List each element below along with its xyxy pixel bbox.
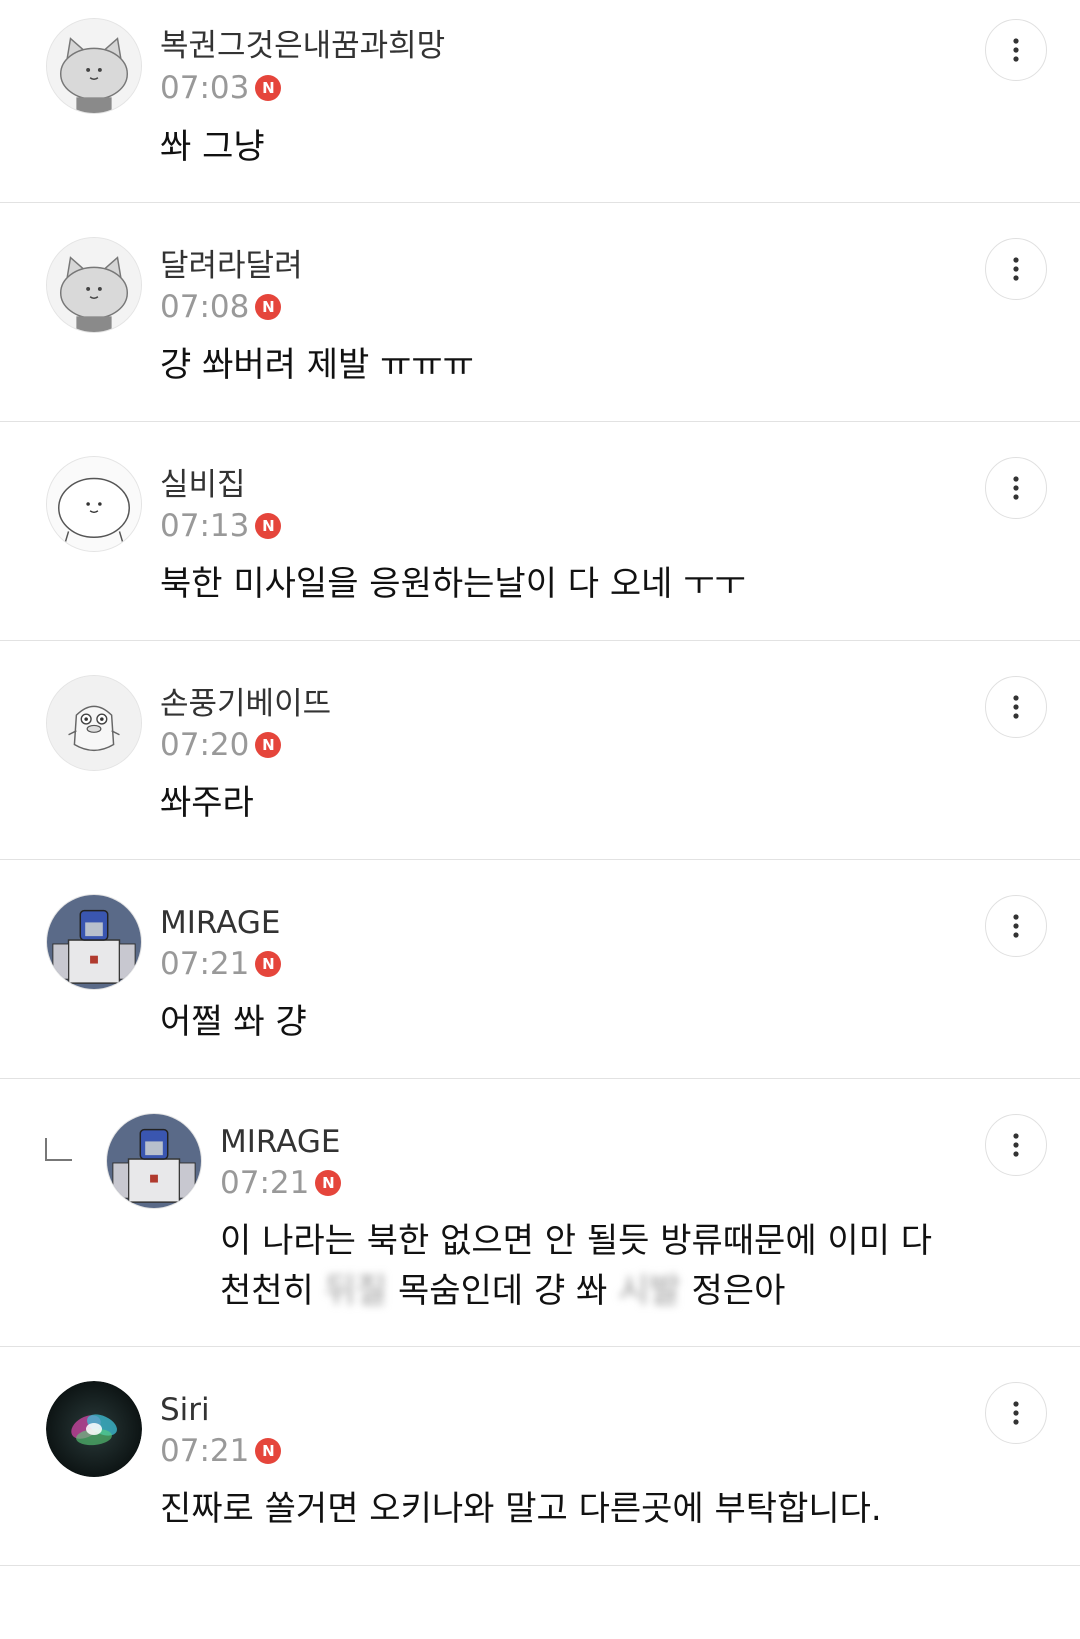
censored-word: 시발 — [618, 1271, 681, 1311]
comment-author[interactable]: 손풍기베이뜨 — [160, 686, 331, 722]
comment-meta: 07:03 N — [160, 70, 282, 106]
comment-item: 달려라달려 07:08 N 걍 쏴버려 제발 ㅠㅠㅠ — [0, 203, 1080, 422]
comment-text: 진짜로 쏠거면 오키나와 말고 다른곳에 부탁합니다. — [160, 1489, 882, 1529]
more-vertical-icon — [1013, 695, 1019, 719]
comment-text: 걍 쏴버려 제발 ㅠㅠㅠ — [160, 345, 474, 385]
more-options-button[interactable] — [985, 676, 1047, 738]
new-badge: N — [315, 1170, 342, 1196]
comment-text-line: 이 나라는 북한 없으면 안 될듯 방류때문에 이미 다 — [220, 1221, 933, 1261]
comment-author[interactable]: MIRAGE — [160, 905, 280, 941]
text-segment: 목숨인데 걍 쏴 — [387, 1271, 619, 1311]
round-face-avatar[interactable] — [46, 456, 142, 552]
comment-item: Siri 07:21 N 진짜로 쏠거면 오키나와 말고 다른곳에 부탁합니다. — [0, 1347, 1080, 1566]
comment-time: 07:08 — [160, 289, 250, 325]
comment-meta: 07:21 N — [220, 1165, 342, 1201]
text-segment: 천천히 — [220, 1271, 325, 1311]
more-vertical-icon — [1013, 914, 1019, 938]
bird-avatar[interactable] — [46, 675, 142, 771]
comment-time: 07:21 — [220, 1165, 310, 1201]
cat-face-avatar[interactable] — [46, 18, 142, 114]
new-badge: N — [255, 1438, 282, 1464]
comment-text: 어쩔 쏴 걍 — [160, 1002, 307, 1042]
comment-author[interactable]: 달려라달려 — [160, 248, 303, 284]
comment-author[interactable]: MIRAGE — [220, 1124, 340, 1160]
comment-meta: 07:08 N — [160, 289, 282, 325]
comment-time: 07:21 — [160, 1433, 250, 1469]
more-options-button[interactable] — [985, 19, 1047, 81]
more-vertical-icon — [1013, 257, 1019, 281]
siri-orb-avatar[interactable] — [46, 1381, 142, 1477]
comment-author[interactable]: Siri — [160, 1392, 210, 1428]
reply-arrow-icon — [45, 1138, 72, 1161]
comment-text: 쏴주라 — [160, 783, 254, 823]
text-segment: 정은아 — [680, 1271, 786, 1311]
comment-time: 07:21 — [160, 946, 250, 982]
comment-text: 이 나라는 북한 없으면 안 될듯 방류때문에 이미 다 천천히 뒤질 목숨인데… — [220, 1216, 1040, 1316]
more-options-button[interactable] — [985, 1382, 1047, 1444]
more-vertical-icon — [1013, 38, 1019, 62]
comment-meta: 07:21 N — [160, 1433, 282, 1469]
comment-meta: 07:20 N — [160, 727, 282, 763]
comment-meta: 07:21 N — [160, 946, 282, 982]
more-options-button[interactable] — [985, 238, 1047, 300]
new-badge: N — [255, 951, 282, 977]
comment-meta: 07:13 N — [160, 508, 282, 544]
comment-author[interactable]: 실비집 — [160, 467, 246, 503]
more-options-button[interactable] — [985, 1114, 1047, 1176]
more-vertical-icon — [1013, 476, 1019, 500]
robot-avatar[interactable] — [106, 1113, 202, 1209]
comment-text: 쏴 그냥 — [160, 127, 265, 167]
new-badge: N — [255, 513, 282, 539]
reply-comment-item: MIRAGE 07:21 N 이 나라는 북한 없으면 안 될듯 방류때문에 이… — [0, 1079, 1080, 1347]
comment-text: 북한 미사일을 응원하는날이 다 오네 ㅜㅜ — [160, 564, 746, 604]
censored-word: 뒤질 — [324, 1271, 388, 1311]
comment-time: 07:13 — [160, 508, 250, 544]
comment-time: 07:03 — [160, 70, 250, 106]
comment-item: 손풍기베이뜨 07:20 N 쏴주라 — [0, 641, 1080, 860]
robot-avatar[interactable] — [46, 894, 142, 990]
new-badge: N — [255, 732, 282, 758]
comment-item: 복권그것은내꿈과희망 07:03 N 쏴 그냥 — [0, 0, 1080, 203]
more-options-button[interactable] — [985, 895, 1047, 957]
comment-text-line: 천천히 뒤질 목숨인데 걍 쏴 시발 정은아 — [220, 1266, 1040, 1316]
comment-author[interactable]: 복권그것은내꿈과희망 — [160, 28, 445, 64]
comment-item: MIRAGE 07:21 N 어쩔 쏴 걍 — [0, 860, 1080, 1079]
new-badge: N — [255, 294, 282, 320]
comment-time: 07:20 — [160, 727, 250, 763]
more-options-button[interactable] — [985, 457, 1047, 519]
more-vertical-icon — [1013, 1133, 1019, 1157]
cat-face-avatar[interactable] — [46, 237, 142, 333]
more-vertical-icon — [1013, 1401, 1019, 1425]
comment-item: 실비집 07:13 N 북한 미사일을 응원하는날이 다 오네 ㅜㅜ — [0, 422, 1080, 641]
new-badge: N — [255, 75, 282, 101]
